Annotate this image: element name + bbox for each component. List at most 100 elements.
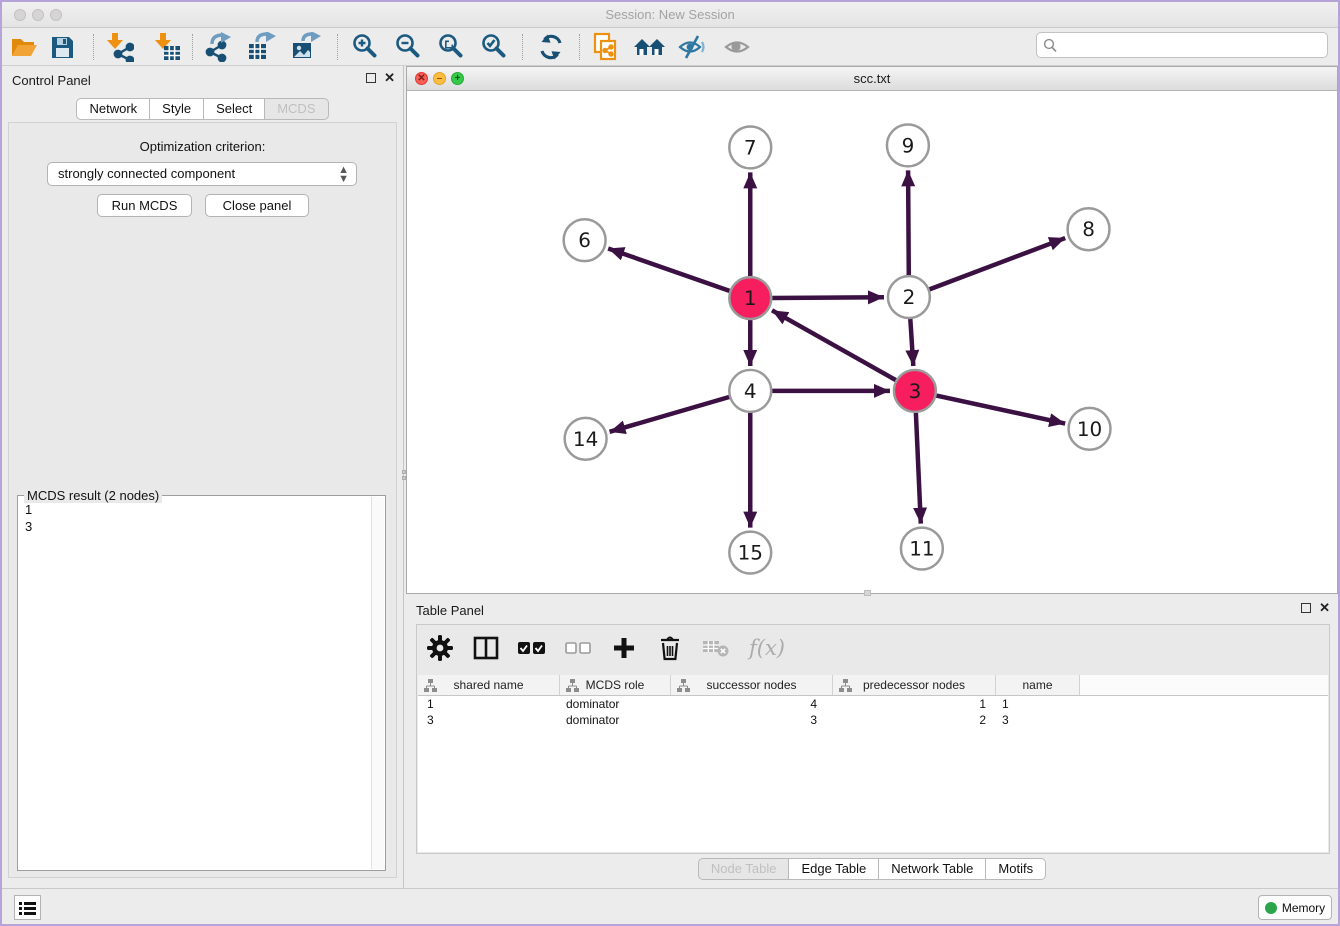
deselect-all-icon[interactable]	[563, 633, 593, 663]
tab-edge-table[interactable]: Edge Table	[789, 858, 879, 880]
column-header-mcds-role[interactable]: MCDS role	[560, 675, 671, 695]
open-session-icon[interactable]	[7, 32, 41, 62]
column-label: successor nodes	[706, 678, 796, 692]
first-neighbors-icon[interactable]	[633, 32, 667, 62]
graph-edge-3-11[interactable]	[916, 413, 921, 524]
export-table-icon[interactable]	[246, 32, 280, 62]
memory-status-icon	[1265, 902, 1277, 914]
zoom-fit-icon[interactable]	[434, 32, 468, 62]
search-input[interactable]	[1061, 34, 1323, 56]
table-row[interactable]: 1 dominator 4 1 1	[418, 696, 1328, 712]
tab-network[interactable]: Network	[76, 98, 150, 120]
fx-label: f(x)	[747, 636, 785, 660]
search-box	[1036, 32, 1328, 58]
cell-shared-name[interactable]: 3	[418, 712, 560, 728]
select-all-icon[interactable]	[517, 633, 547, 663]
import-table-icon[interactable]	[150, 32, 184, 62]
graph-edge-2-8[interactable]	[929, 238, 1065, 289]
delete-table-icon[interactable]	[701, 633, 731, 663]
tab-mcds[interactable]: MCDS	[265, 98, 328, 120]
hide-selected-icon[interactable]	[676, 32, 710, 62]
network-graph[interactable]: 7968124314101511	[407, 91, 1337, 593]
graph-edge-2-9[interactable]	[908, 170, 909, 275]
column-type-icon	[566, 679, 579, 693]
tab-network-table[interactable]: Network Table	[879, 858, 986, 880]
chevron-updown-icon: ▲▼	[338, 166, 349, 184]
export-image-icon[interactable]	[290, 32, 324, 62]
column-label: name	[1022, 678, 1052, 692]
cell-mcds-role[interactable]: dominator	[560, 696, 671, 712]
table-row[interactable]: 3 dominator 3 2 3	[418, 712, 1328, 728]
result-item[interactable]: 3	[25, 518, 371, 535]
graph-node-label-9: 9	[902, 133, 915, 157]
float-panel-icon[interactable]	[366, 73, 376, 83]
graph-edge-3-10[interactable]	[936, 396, 1065, 424]
graph-node-label-10: 10	[1077, 417, 1102, 441]
graph-node-label-15: 15	[738, 541, 763, 565]
zoom-in-icon[interactable]	[348, 32, 382, 62]
mcds-result-box: MCDS result (2 nodes) 1 3	[17, 495, 386, 871]
table-panel-title: Table Panel	[416, 603, 484, 618]
close-table-panel-icon[interactable]: ✕	[1319, 603, 1330, 613]
graph-node-label-14: 14	[573, 427, 598, 451]
column-header-name[interactable]: name	[996, 675, 1080, 695]
cell-mcds-role[interactable]: dominator	[560, 712, 671, 728]
table-header-row: shared name MCDS role successor nodes pr…	[418, 675, 1328, 696]
show-all-icon[interactable]	[721, 32, 755, 62]
column-type-icon	[839, 679, 852, 693]
task-history-button[interactable]	[14, 895, 41, 920]
duplicate-network-icon[interactable]	[589, 32, 623, 62]
criterion-dropdown[interactable]: strongly connected component ▲▼	[47, 162, 357, 186]
node-table: shared name MCDS role successor nodes pr…	[418, 675, 1328, 852]
mcds-panel-body: Optimization criterion: strongly connect…	[8, 122, 397, 878]
cell-shared-name[interactable]: 1	[418, 696, 560, 712]
graph-edge-3-1[interactable]	[772, 310, 896, 380]
tab-motifs[interactable]: Motifs	[986, 858, 1046, 880]
control-panel-tabs: Network Style Select MCDS	[2, 98, 403, 120]
result-scrollbar[interactable]	[371, 497, 384, 869]
result-item[interactable]: 1	[25, 501, 371, 518]
mcds-result-list[interactable]: 1 3	[19, 497, 371, 869]
zoom-selected-icon[interactable]	[477, 32, 511, 62]
apply-layout-icon[interactable]	[534, 32, 568, 62]
toggle-panel-columns-icon[interactable]	[471, 633, 501, 663]
graph-edge-1-2[interactable]	[772, 297, 884, 298]
column-header-shared-name[interactable]: shared name	[418, 675, 560, 695]
column-header-successor-nodes[interactable]: successor nodes	[671, 675, 833, 695]
float-table-panel-icon[interactable]	[1301, 603, 1311, 613]
zoom-out-icon[interactable]	[391, 32, 425, 62]
column-type-icon	[424, 679, 437, 693]
status-bar: Memory	[2, 888, 1338, 924]
vertical-splitter-handle[interactable]	[401, 470, 406, 484]
tab-style[interactable]: Style	[150, 98, 204, 120]
tab-node-table[interactable]: Node Table	[698, 858, 790, 880]
cell-successor-nodes[interactable]: 3	[671, 712, 833, 728]
network-view-window: ✕ – + scc.txt 7968124314101511	[406, 66, 1338, 594]
graph-node-label-6: 6	[578, 228, 591, 252]
network-window-titlebar[interactable]: ✕ – + scc.txt	[407, 67, 1337, 91]
cell-name[interactable]: 1	[996, 696, 1080, 712]
column-header-predecessor-nodes[interactable]: predecessor nodes	[833, 675, 996, 695]
close-panel-button[interactable]: Close panel	[205, 194, 309, 217]
close-panel-icon[interactable]: ✕	[384, 73, 395, 83]
criterion-value: strongly connected component	[58, 166, 235, 181]
graph-edge-2-3[interactable]	[910, 319, 913, 366]
run-mcds-button[interactable]: Run MCDS	[97, 194, 192, 217]
cell-predecessor-nodes[interactable]: 2	[833, 712, 996, 728]
import-network-icon[interactable]	[102, 32, 136, 62]
graph-node-label-8: 8	[1082, 217, 1095, 241]
table-settings-gear-icon[interactable]	[425, 633, 455, 663]
graph-edge-4-14[interactable]	[610, 397, 730, 432]
save-session-icon[interactable]	[45, 32, 79, 62]
cell-successor-nodes[interactable]: 4	[671, 696, 833, 712]
export-network-icon[interactable]	[203, 32, 237, 62]
add-column-icon[interactable]	[609, 633, 639, 663]
memory-button[interactable]: Memory	[1258, 895, 1332, 920]
delete-columns-trash-icon[interactable]	[655, 633, 685, 663]
cell-name[interactable]: 3	[996, 712, 1080, 728]
tab-select[interactable]: Select	[204, 98, 265, 120]
graph-edge-1-6[interactable]	[608, 248, 729, 290]
function-builder-icon[interactable]: f(x)	[747, 633, 787, 663]
cell-predecessor-nodes[interactable]: 1	[833, 696, 996, 712]
network-canvas[interactable]: 7968124314101511	[407, 91, 1337, 593]
